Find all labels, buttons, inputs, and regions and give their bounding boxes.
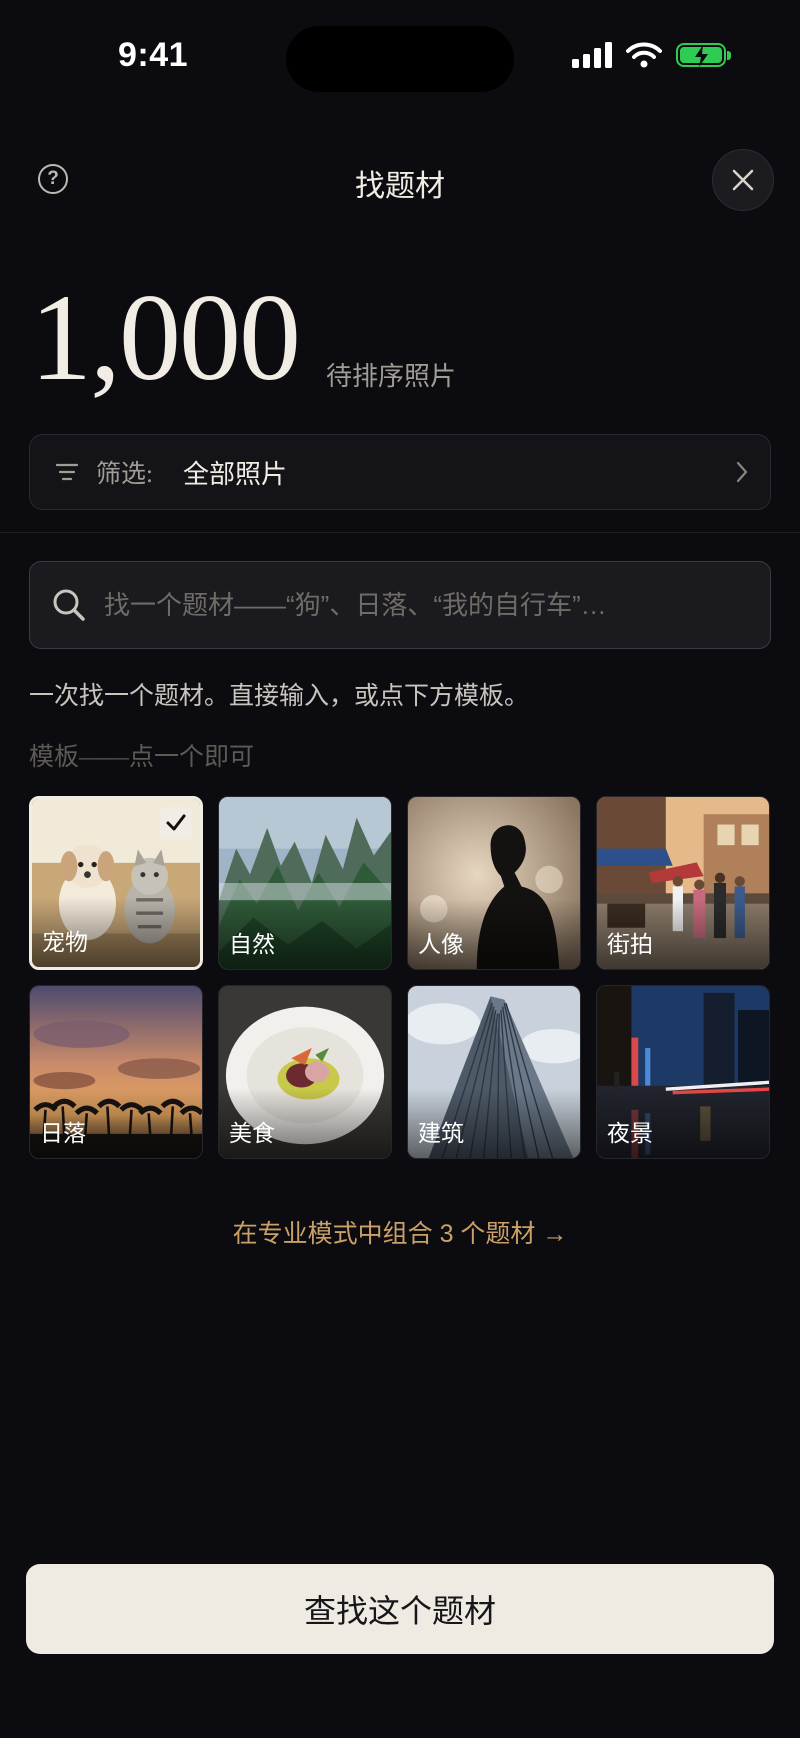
filter-lines-icon: [56, 463, 78, 481]
battery-charging-icon: [676, 43, 731, 67]
section-divider: [0, 532, 800, 533]
dynamic-island: [286, 26, 514, 92]
template-tile-sunset[interactable]: 日落: [29, 985, 203, 1159]
tile-label: 自然: [229, 932, 275, 957]
search-hint: 一次找一个题材。直接输入，或点下方模板。: [29, 683, 530, 710]
close-icon: [732, 169, 754, 191]
photo-count: 1,000: [30, 269, 301, 406]
templates-label: 模板——点一个即可: [29, 744, 255, 771]
pro-mode-link[interactable]: 在专业模式中组合 3 个题材 →: [0, 1214, 800, 1250]
tile-label: 宠物: [42, 930, 88, 955]
page-title: 找题材: [355, 170, 445, 203]
template-tile-night[interactable]: 夜景: [596, 985, 770, 1159]
search-icon: [53, 589, 85, 621]
close-button[interactable]: [712, 149, 774, 211]
photo-count-label: 待排序照片: [326, 362, 457, 391]
filter-bar[interactable]: 筛选: 全部照片: [29, 434, 771, 510]
search-box[interactable]: [29, 561, 771, 649]
template-tile-portrait[interactable]: 人像: [407, 796, 581, 970]
find-subject-button[interactable]: 查找这个题材: [26, 1564, 774, 1654]
template-tile-food[interactable]: 美食: [218, 985, 392, 1159]
template-tile-nature[interactable]: 自然: [218, 796, 392, 970]
filter-value: 全部照片: [182, 459, 287, 489]
filter-label: 筛选:: [96, 461, 153, 488]
tile-label: 夜景: [607, 1121, 653, 1146]
tile-label: 美食: [229, 1121, 275, 1146]
template-tile-street[interactable]: 街拍: [596, 796, 770, 970]
template-tile-pets[interactable]: 宠物: [29, 796, 203, 970]
cellular-signal-icon: [572, 42, 612, 68]
template-tile-architecture[interactable]: 建筑: [407, 985, 581, 1159]
selected-check-icon: [160, 807, 192, 839]
tile-label: 建筑: [418, 1121, 464, 1146]
tile-label: 街拍: [607, 932, 653, 957]
status-time: 9:41: [118, 36, 189, 74]
status-icons: [572, 42, 731, 68]
search-input[interactable]: [102, 588, 744, 622]
wifi-icon: [626, 42, 662, 68]
chevron-right-icon: [736, 461, 748, 483]
tile-label: 日落: [40, 1121, 86, 1146]
tile-label: 人像: [418, 932, 464, 957]
